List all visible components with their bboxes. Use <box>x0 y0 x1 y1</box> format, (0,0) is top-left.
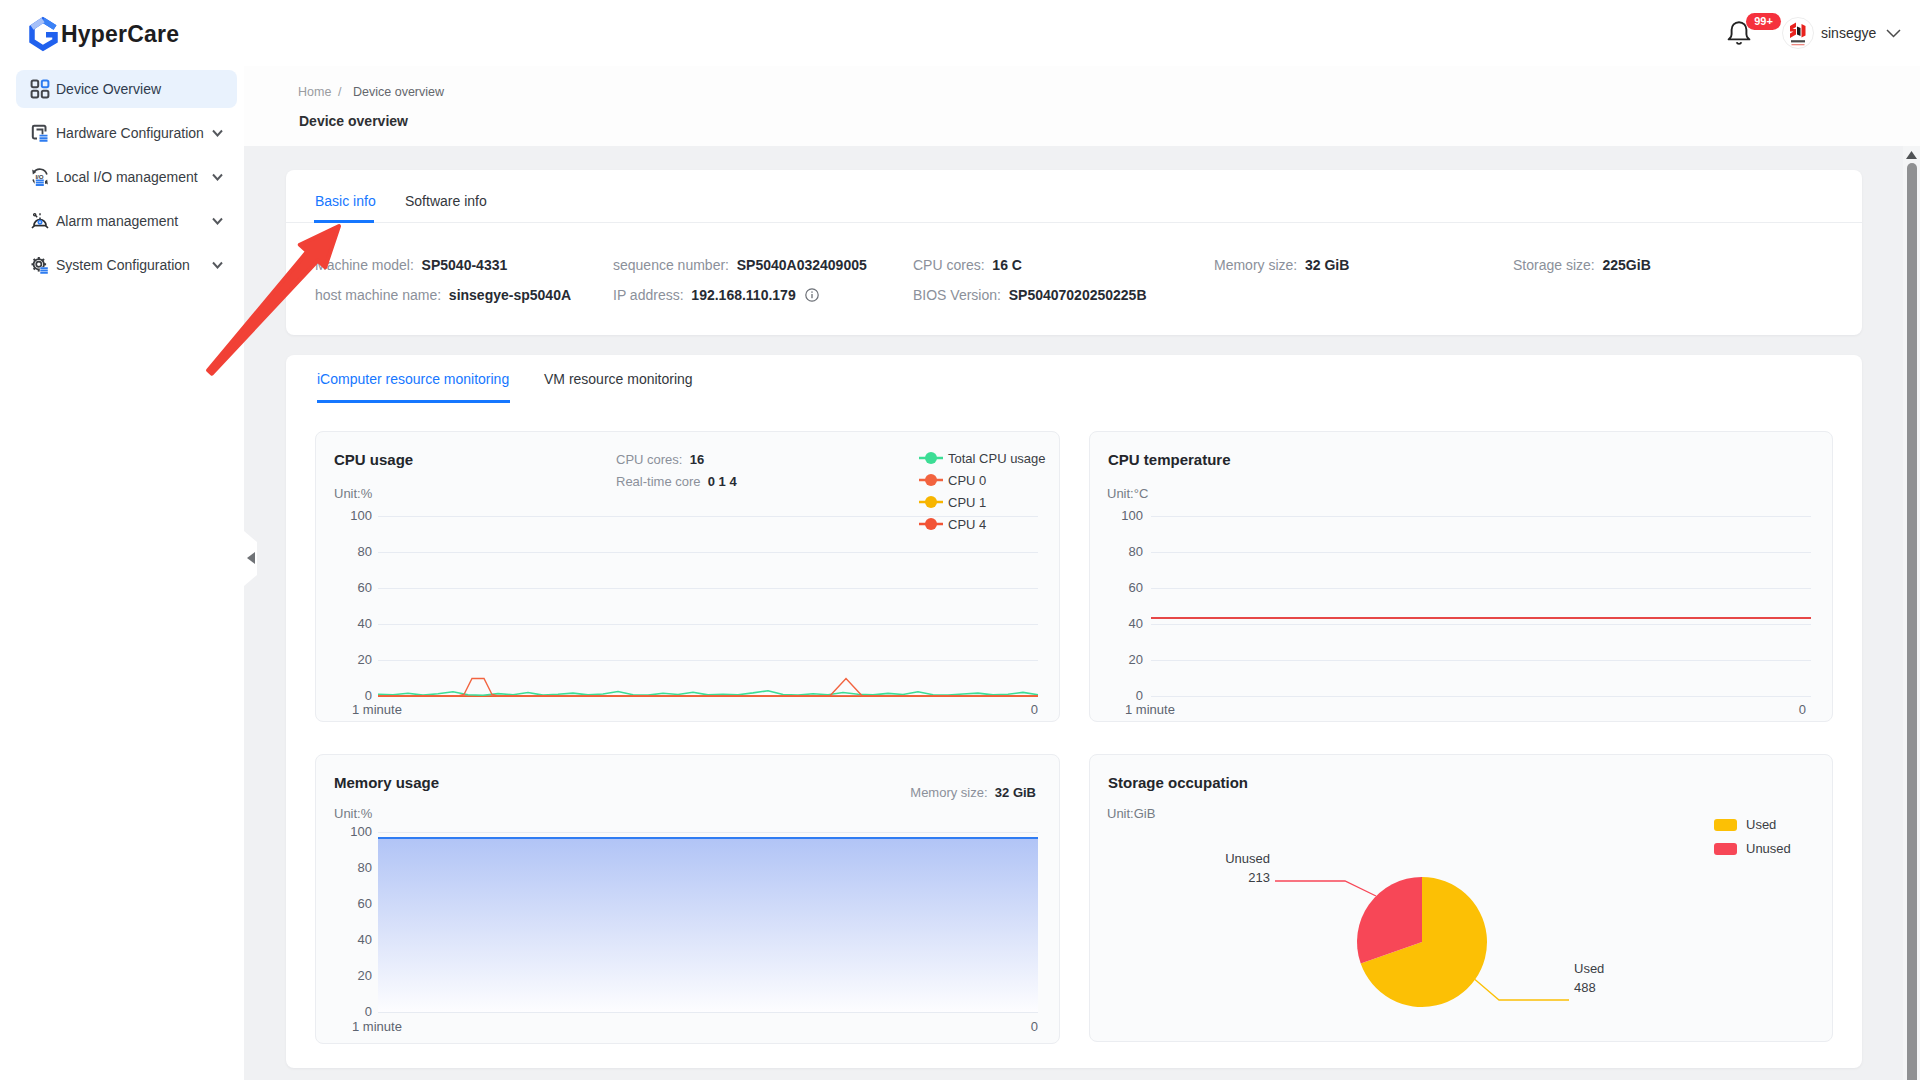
svg-text:I/O: I/O <box>35 173 43 180</box>
